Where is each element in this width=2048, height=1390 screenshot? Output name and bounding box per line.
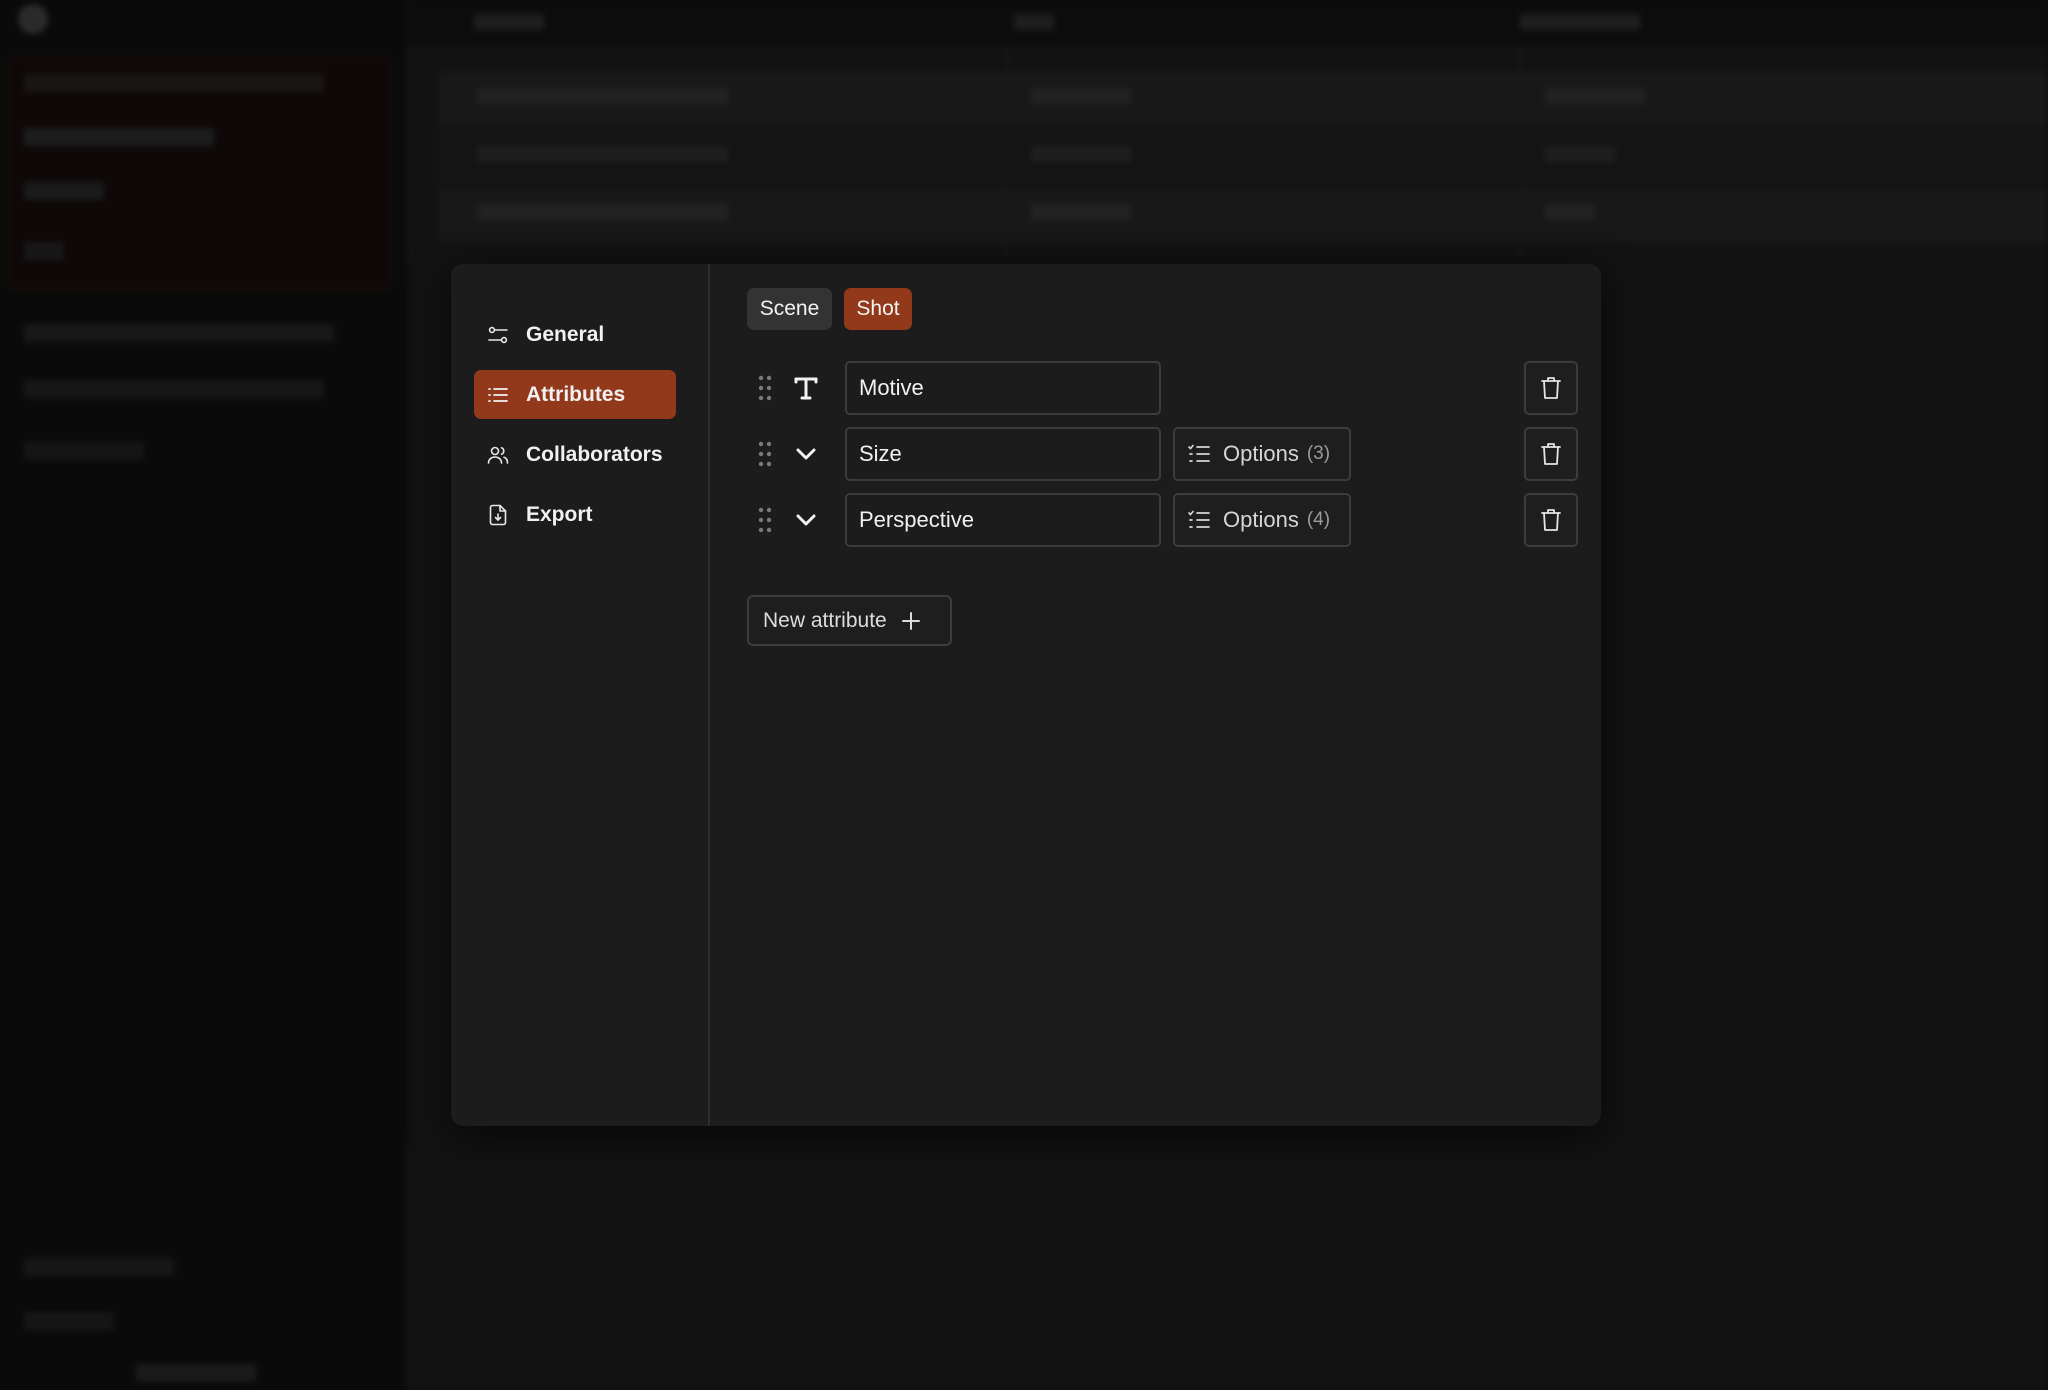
- attribute-row: [747, 361, 1578, 415]
- chevron-down-icon[interactable]: [791, 439, 821, 469]
- attributes-panel: Scene Shot Motive Size Options (3) Persp…: [712, 264, 1601, 1126]
- list-options-icon: [1188, 444, 1210, 462]
- nav-item-export[interactable]: Export: [474, 490, 676, 539]
- project-settings-modal: General Attributes Collaborators Export: [451, 264, 1601, 1126]
- bg-sidebar: [0, 0, 408, 1390]
- options-label: Options: [1223, 441, 1299, 466]
- tab-shot[interactable]: Shot: [844, 288, 912, 330]
- file-export-icon: [489, 504, 507, 525]
- new-attribute-button[interactable]: New attribute: [747, 595, 952, 646]
- users-icon: [487, 446, 509, 464]
- nav-item-attributes[interactable]: Attributes: [474, 370, 676, 419]
- bg-table-header: [408, 0, 2048, 46]
- list-options-icon: [1188, 510, 1210, 528]
- options-button[interactable]: Options (4): [1173, 493, 1351, 547]
- trash-icon: [1541, 443, 1561, 465]
- options-label: Options: [1223, 507, 1299, 532]
- attribute-name-input[interactable]: [845, 427, 1161, 481]
- nav-item-label: Collaborators: [526, 442, 663, 466]
- nav-item-label: Export: [526, 502, 593, 526]
- attribute-row: Options (3): [747, 427, 1578, 481]
- options-count: (3): [1306, 443, 1331, 464]
- delete-attribute-button[interactable]: [1524, 427, 1578, 481]
- list-icon: [488, 387, 508, 402]
- nav-item-collaborators[interactable]: Collaborators: [474, 430, 676, 479]
- attribute-name-input[interactable]: [845, 493, 1161, 547]
- text-type-icon[interactable]: [791, 373, 821, 403]
- attribute-row: Options (4): [747, 493, 1578, 547]
- nav-item-label: General: [526, 322, 605, 346]
- new-attribute-label: New attribute: [763, 608, 887, 632]
- tab-scene[interactable]: Scene: [747, 288, 832, 330]
- drag-handle-icon[interactable]: [757, 440, 773, 468]
- options-count: (4): [1306, 509, 1331, 530]
- settings-nav: General Attributes Collaborators Export: [451, 264, 710, 1126]
- trash-icon: [1541, 377, 1561, 399]
- options-button[interactable]: Options (3): [1173, 427, 1351, 481]
- sliders-icon: [488, 326, 508, 343]
- trash-icon: [1541, 509, 1561, 531]
- bg-sidebar-group: [10, 58, 390, 290]
- attribute-name-input[interactable]: [845, 361, 1161, 415]
- drag-handle-icon[interactable]: [757, 374, 773, 402]
- nav-item-general[interactable]: General: [474, 310, 676, 359]
- plus-icon: [901, 611, 920, 630]
- delete-attribute-button[interactable]: [1524, 493, 1578, 547]
- bg-project-title: [18, 4, 48, 34]
- nav-item-label: Attributes: [526, 382, 626, 406]
- drag-handle-icon[interactable]: [757, 506, 773, 534]
- delete-attribute-button[interactable]: [1524, 361, 1578, 415]
- chevron-down-icon[interactable]: [791, 505, 821, 535]
